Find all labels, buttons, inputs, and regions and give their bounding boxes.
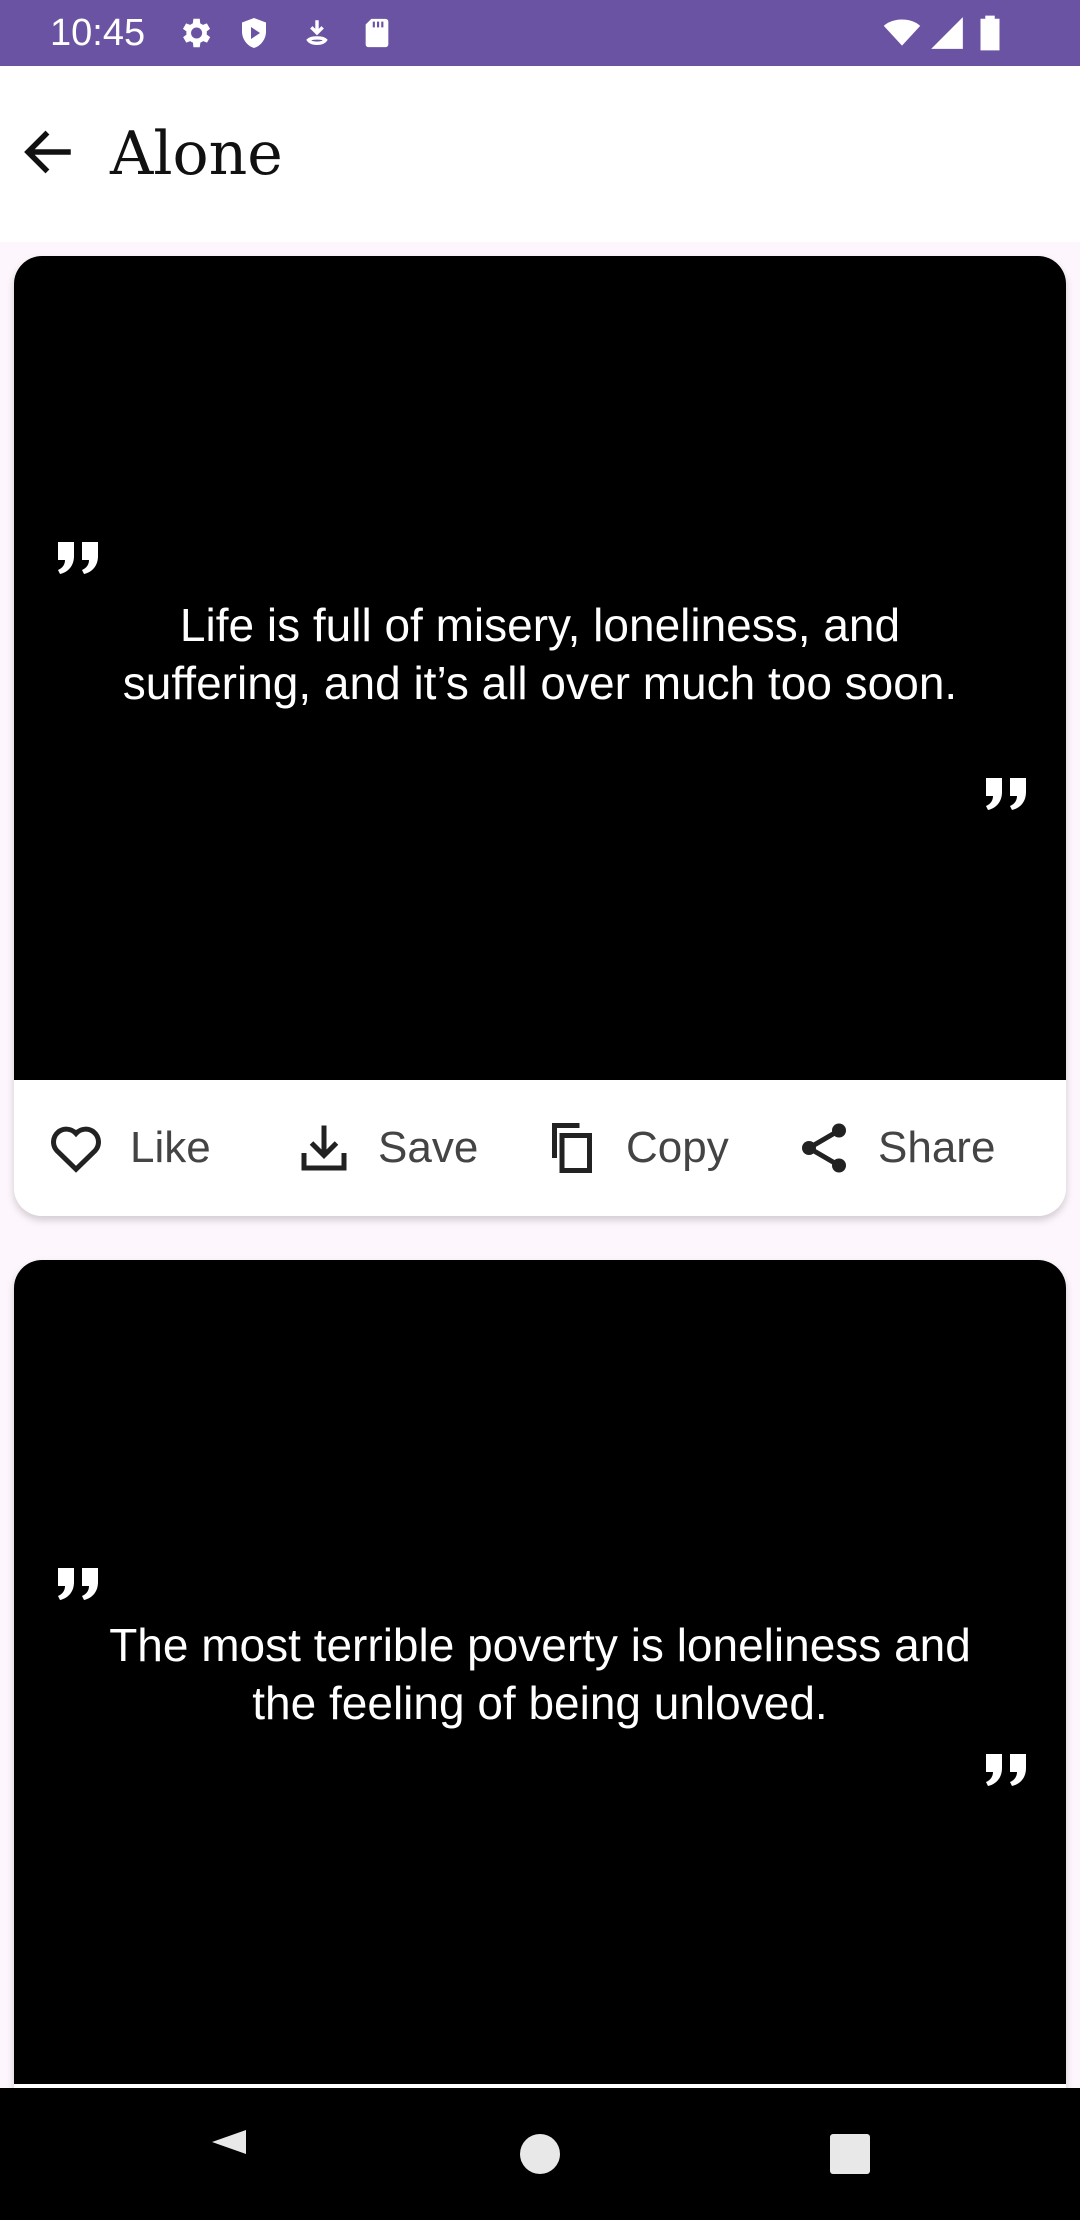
home-circle-icon[interactable]	[510, 2088, 570, 2220]
wifi-icon	[883, 19, 921, 46]
navigation-bar	[0, 2088, 1080, 2220]
quote-list[interactable]: Life is full of misery, loneliness, and …	[0, 242, 1080, 2088]
quote-card: The most terrible poverty is loneliness …	[14, 1260, 1066, 2088]
save-button[interactable]: Save	[294, 1080, 478, 1216]
download-icon	[306, 20, 328, 45]
app-bar: Alone	[0, 66, 1080, 242]
heart-icon	[51, 1126, 101, 1173]
recents-square-icon[interactable]	[820, 2088, 880, 2220]
share-icon	[802, 1123, 846, 1173]
quote-text: The most terrible poverty is loneliness …	[109, 1619, 971, 1729]
quote-text: Life is full of misery, loneliness, and …	[122, 599, 958, 709]
page-title: Alone	[110, 119, 283, 189]
quote-image[interactable]: Life is full of misery, loneliness, and …	[14, 256, 1066, 1080]
like-button[interactable]: Like	[46, 1080, 211, 1216]
status-bar: 10:45	[0, 0, 1080, 66]
quote-image[interactable]: The most terrible poverty is loneliness …	[14, 1260, 1066, 2084]
battery-icon	[980, 15, 1000, 51]
close-quote-icon	[986, 1754, 1026, 1786]
signal-icon	[931, 17, 963, 49]
back-triangle-icon[interactable]	[200, 2088, 260, 2220]
open-quote-icon	[58, 542, 98, 574]
open-quote-icon	[58, 1568, 98, 1600]
copy-button[interactable]: Copy	[542, 1080, 729, 1216]
sd-card-icon	[365, 18, 389, 48]
status-time: 10:45	[50, 12, 146, 54]
share-button[interactable]: Share	[794, 1080, 995, 1216]
shield-play-icon	[242, 18, 266, 48]
like-label: Like	[130, 1123, 211, 1172]
close-quote-icon	[986, 778, 1026, 810]
arrow-left-icon[interactable]	[18, 122, 78, 182]
save-label: Save	[378, 1123, 479, 1172]
quote-card: Life is full of misery, loneliness, and …	[14, 256, 1066, 1216]
quote-actions: Like Save Copy Share	[14, 1080, 1066, 1216]
share-label: Share	[878, 1123, 996, 1172]
copy-label: Copy	[626, 1123, 729, 1172]
download-icon	[301, 1125, 347, 1171]
gear-icon	[182, 18, 211, 48]
copy-icon	[552, 1123, 592, 1173]
